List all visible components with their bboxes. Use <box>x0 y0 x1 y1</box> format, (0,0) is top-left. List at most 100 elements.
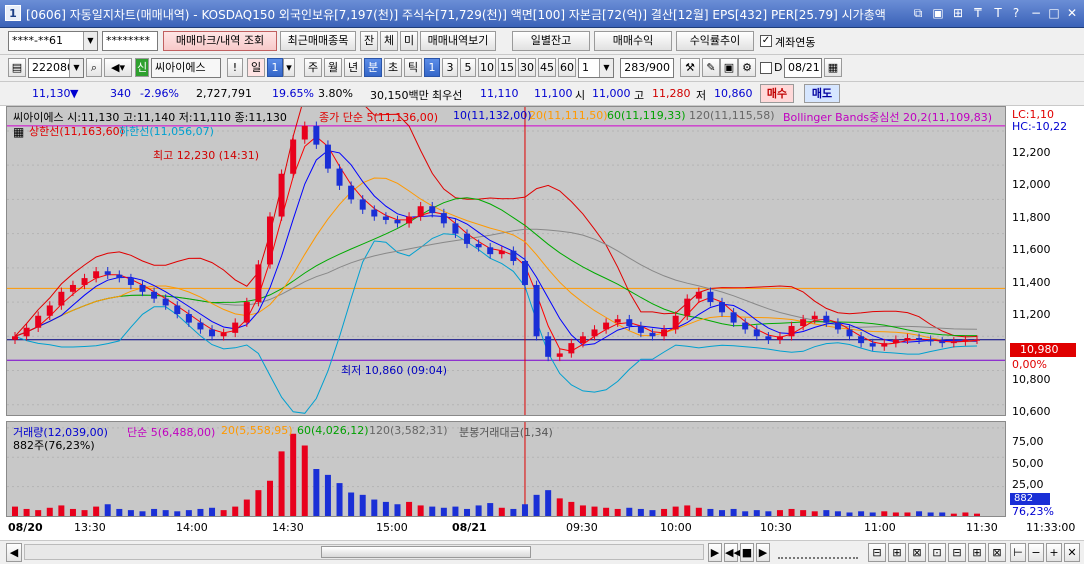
stop-icon[interactable]: ■ <box>740 543 754 562</box>
toggle-icon[interactable]: ▣ <box>930 5 946 21</box>
rewind-icon[interactable]: ◀◀ <box>724 543 742 562</box>
scroll-start-icon[interactable]: ⊢ <box>1010 543 1026 562</box>
settings-icon[interactable]: ⚙ <box>738 58 756 77</box>
sync-checkbox[interactable]: ✓ <box>760 35 772 47</box>
zoom-slider[interactable] <box>778 545 858 559</box>
maximize-icon[interactable]: □ <box>1046 5 1062 21</box>
daily-balance-button[interactable]: 일별잔고 <box>512 31 590 51</box>
scrollbar-thumb[interactable] <box>321 546 531 558</box>
draw-icon[interactable]: ✎ <box>702 58 720 77</box>
trade-profit-button[interactable]: 매매수익 <box>594 31 672 51</box>
interval-select[interactable]: 1 ▼ <box>578 58 614 78</box>
period-number[interactable]: 1 <box>267 58 283 77</box>
chevron-down-icon[interactable]: ▼ <box>599 59 613 77</box>
tool-icon[interactable]: ⊡ <box>928 543 946 562</box>
grid-icon[interactable]: ▤ <box>8 58 26 77</box>
candle-body <box>162 298 169 306</box>
period-minute-button[interactable]: 분 <box>364 58 382 77</box>
tools-icon[interactable]: ⚒ <box>680 58 700 77</box>
minute-3-button[interactable]: 3 <box>442 58 458 77</box>
period-year-button[interactable]: 년 <box>344 58 362 77</box>
volume-bar <box>278 451 285 516</box>
zoom-in-icon[interactable]: + <box>1046 543 1062 562</box>
unfilled-button[interactable]: 미 <box>400 31 418 51</box>
tool-icon[interactable]: ⊟ <box>868 543 886 562</box>
last-volume-marker: 882 <box>1010 493 1050 505</box>
time-axis: 08/20 13:30 14:00 14:30 15:00 08/21 09:3… <box>6 518 1080 538</box>
candle-body <box>324 144 331 169</box>
recent-stocks-button[interactable]: 최근매매종목 <box>280 31 356 51</box>
price-chart[interactable]: 씨아이에스 시:11,130 고:11,140 저:11,110 종:11,13… <box>6 66 1006 416</box>
scroll-right-icon[interactable]: ▶ <box>708 543 722 562</box>
tool-icon[interactable]: ⊞ <box>968 543 986 562</box>
low-price: 10,860 <box>714 87 753 100</box>
trade-mark-query-button[interactable]: 매매마크/내역 조회 <box>163 31 277 51</box>
tool-icon[interactable]: ⊠ <box>988 543 1006 562</box>
save-icon[interactable]: ▣ <box>720 58 738 77</box>
stock-code-input[interactable]: 222080 ▼ <box>28 58 84 78</box>
minute-60-button[interactable]: 60 <box>558 58 576 77</box>
sell-button[interactable]: 매도 <box>804 84 840 103</box>
scroll-left-icon[interactable]: ◀ <box>6 543 22 562</box>
search-icon[interactable]: ⌕ <box>86 58 102 77</box>
period-tick-button[interactable]: 틱 <box>404 58 422 77</box>
help-icon[interactable]: ? <box>1008 5 1024 21</box>
hc-label: HC:-10,22 <box>1012 120 1068 133</box>
period-second-button[interactable]: 초 <box>384 58 402 77</box>
sound-icon[interactable]: ◀▾ <box>104 58 132 77</box>
volume-bar <box>371 499 378 516</box>
candle-body <box>904 338 911 340</box>
tool-icon[interactable]: ⊠ <box>908 543 926 562</box>
balance-button[interactable]: 잔 <box>360 31 378 51</box>
filled-button[interactable]: 체 <box>380 31 398 51</box>
play-icon[interactable]: ▶ <box>756 543 770 562</box>
minute-10-button[interactable]: 10 <box>478 58 496 77</box>
tool-icon[interactable]: ⊟ <box>948 543 966 562</box>
minute-1-button[interactable]: 1 <box>424 58 440 77</box>
title-bar: 1 [0606] 자동일지차트(매매내역) - KOSDAQ150 외국인보유[… <box>0 0 1084 28</box>
account-select[interactable]: ****-**61 ▼ <box>8 31 98 51</box>
table-icon[interactable]: ▦ <box>13 125 24 139</box>
date-field[interactable]: 08/21 <box>784 58 822 78</box>
password-field[interactable]: ******** <box>102 31 158 51</box>
trade-history-button[interactable]: 매매내역보기 <box>420 31 496 51</box>
candle-body <box>116 274 123 279</box>
volume-bar <box>394 504 401 516</box>
tool-icon[interactable]: ⊞ <box>888 543 906 562</box>
minimize-icon[interactable]: − <box>1028 5 1044 21</box>
buy-button[interactable]: 매수 <box>760 84 794 103</box>
zoom-out-icon[interactable]: − <box>1028 543 1044 562</box>
pin-icon[interactable]: ₸ <box>970 5 986 21</box>
date-checkbox[interactable] <box>760 62 772 74</box>
volume-chart[interactable]: 거래량(12,039,00) 단순 5(6,488,00) 20(5,558,9… <box>6 421 1006 517</box>
alert-icon[interactable]: ! <box>227 58 243 77</box>
chevron-down-icon[interactable]: ▼ <box>69 59 83 77</box>
calendar-icon[interactable]: ▦ <box>824 58 842 77</box>
font-icon[interactable]: T <box>990 5 1006 21</box>
date-flag: D <box>774 61 783 74</box>
minute-30-button[interactable]: 30 <box>518 58 536 77</box>
candle-body <box>104 271 111 275</box>
link-icon[interactable]: ⧉ <box>910 5 926 21</box>
period-week-button[interactable]: 주 <box>304 58 322 77</box>
candle-body <box>695 291 702 299</box>
reset-icon[interactable]: ✕ <box>1064 543 1080 562</box>
minute-5-button[interactable]: 5 <box>460 58 476 77</box>
candle-body <box>892 339 899 344</box>
period-month-button[interactable]: 월 <box>324 58 342 77</box>
tile-icon[interactable]: ⊞ <box>950 5 966 21</box>
close-icon[interactable]: ✕ <box>1064 5 1080 21</box>
window-number: 1 <box>5 5 21 21</box>
minute-15-button[interactable]: 15 <box>498 58 516 77</box>
period-day-button[interactable]: 일 <box>247 58 265 77</box>
volume-bar <box>452 506 459 516</box>
volume-bar <box>521 504 528 516</box>
volume-bar <box>324 474 331 516</box>
volume-bar <box>93 506 100 516</box>
scrollbar-track[interactable] <box>24 544 704 560</box>
minute-45-button[interactable]: 45 <box>538 58 556 77</box>
chevron-down-icon[interactable]: ▾ <box>283 58 295 77</box>
chevron-down-icon[interactable]: ▼ <box>83 32 97 50</box>
priority-ask: 11,110 <box>480 87 519 100</box>
return-trend-button[interactable]: 수익률추이 <box>676 31 754 51</box>
